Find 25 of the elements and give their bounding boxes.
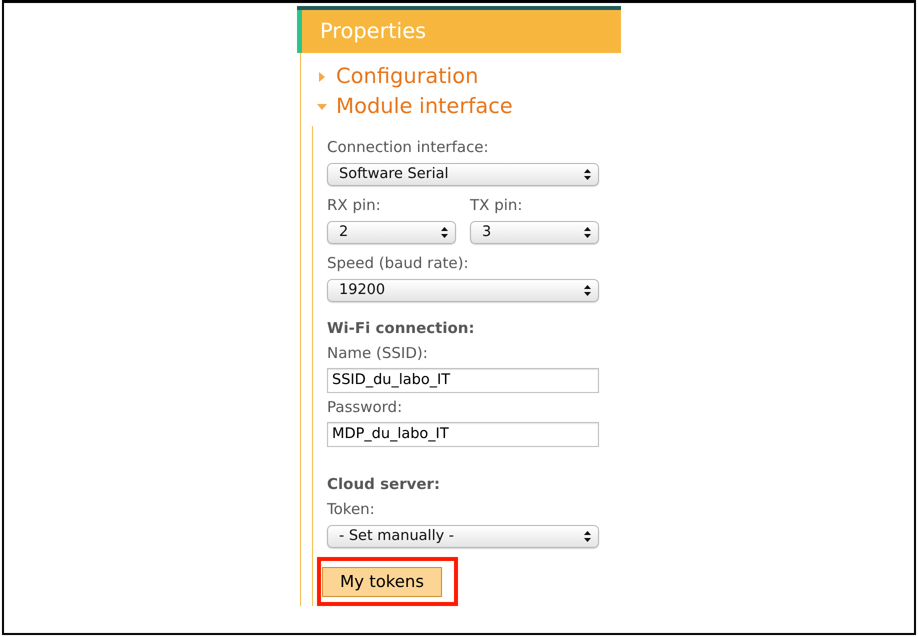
updown-arrows-icon — [584, 169, 591, 180]
dropdown[interactable]: 19200 — [327, 279, 599, 302]
dropdown[interactable]: - Set manually - — [327, 525, 599, 548]
field-label: Name (SSID): — [327, 343, 429, 363]
updown-arrows-icon — [584, 285, 591, 296]
field-label: Connection interface: — [327, 137, 490, 157]
field-label: Password: — [327, 397, 404, 417]
field-label: Token: — [327, 499, 376, 519]
section-heading: Cloud server: — [327, 474, 440, 494]
updown-arrows-icon — [441, 227, 448, 238]
field-label: RX pin: — [327, 195, 382, 215]
text-field[interactable]: SSID_du_labo_IT — [327, 368, 599, 393]
updown-arrows-icon — [584, 227, 591, 238]
triangle-right-icon — [319, 72, 325, 82]
updown-arrows-icon — [584, 531, 591, 542]
text-field[interactable]: MDP_du_labo_IT — [327, 422, 599, 447]
section-heading: Wi-Fi connection: — [327, 318, 474, 338]
dropdown[interactable]: Software Serial — [327, 163, 599, 186]
field-label: Speed (baud rate): — [327, 253, 470, 273]
field-label: TX pin: — [470, 195, 524, 215]
triangle-down-icon — [317, 104, 327, 110]
my-tokens-button[interactable]: My tokens — [322, 567, 442, 597]
dropdown[interactable]: 3 — [470, 221, 599, 244]
panel-title: Properties — [320, 21, 426, 42]
dropdown[interactable]: 2 — [327, 221, 456, 244]
